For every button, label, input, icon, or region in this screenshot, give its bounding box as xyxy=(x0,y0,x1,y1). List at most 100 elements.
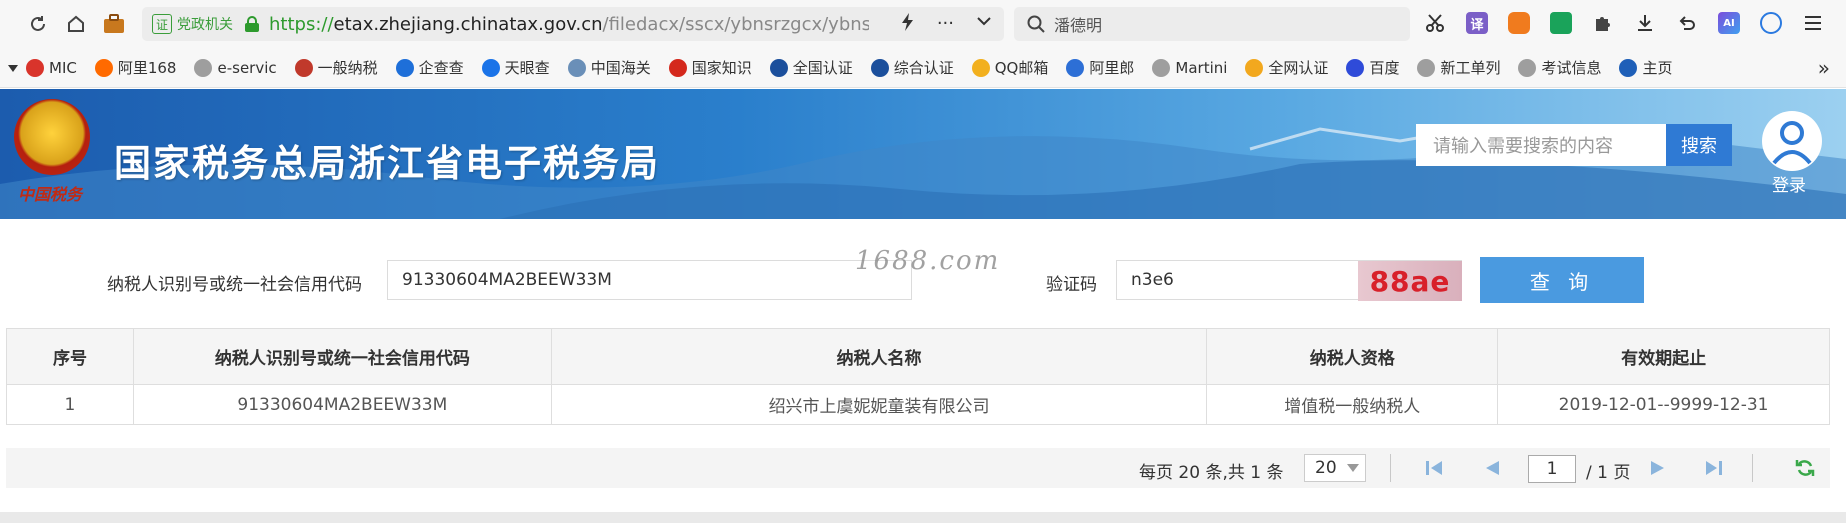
bookmark-item[interactable]: 综合认证 xyxy=(870,57,954,78)
chevron-down-icon[interactable] xyxy=(976,13,992,36)
certificate-icon[interactable]: 证 xyxy=(152,14,172,34)
results-table: 序号 纳税人识别号或统一社会信用代码 纳税人名称 纳税人资格 有效期起止 1 9… xyxy=(6,328,1830,425)
book-icon[interactable] xyxy=(1550,12,1572,34)
login-link[interactable]: 登录 xyxy=(1772,171,1806,196)
bookmark-favicon-icon xyxy=(668,58,687,77)
table-header-row: 序号 纳税人识别号或统一社会信用代码 纳税人名称 纳税人资格 有效期起止 xyxy=(6,328,1830,385)
cell-validity: 2019-12-01--9999-12-31 xyxy=(1497,384,1830,425)
bookmark-favicon-icon xyxy=(1245,58,1264,77)
undo-icon[interactable] xyxy=(1676,12,1698,34)
next-page-icon[interactable] xyxy=(1646,458,1668,478)
tax-emblem-logo xyxy=(14,99,90,175)
bookmark-item[interactable]: 主页 xyxy=(1619,57,1673,78)
extension-icons: 译 AI xyxy=(1424,12,1824,34)
sync-icon[interactable] xyxy=(1760,12,1782,34)
bookmark-label: 新工单列 xyxy=(1440,59,1501,77)
url-actions: ··· xyxy=(901,12,992,36)
bookmark-item[interactable]: 阿里郎 xyxy=(1066,57,1134,78)
bookmark-item[interactable]: 天眼查 xyxy=(481,57,550,78)
address-bar[interactable]: 证 党政机关 https://etax.zhejiang.chinatax.go… xyxy=(142,7,1004,41)
bookmark-favicon-icon xyxy=(1417,58,1436,77)
site-search-button[interactable]: 搜索 xyxy=(1666,124,1732,166)
bookmark-favicon-icon xyxy=(294,58,313,77)
lightning-icon[interactable] xyxy=(901,12,915,36)
lock-icon[interactable] xyxy=(245,16,259,32)
bookmark-label: Martini xyxy=(1175,58,1228,77)
bookmark-item[interactable]: 企查查 xyxy=(395,57,464,78)
page-size-value: 20 xyxy=(1315,458,1337,478)
bookmark-label: 主页 xyxy=(1642,59,1673,77)
bookmark-item[interactable]: 中国海关 xyxy=(567,57,651,78)
browser-toolbar: 证 党政机关 https://etax.zhejiang.chinatax.go… xyxy=(0,0,1846,48)
first-page-icon[interactable] xyxy=(1424,458,1446,478)
bookmark-item[interactable]: 新工单列 xyxy=(1417,57,1500,78)
current-page-input[interactable]: 1 xyxy=(1528,455,1576,483)
bookmark-item[interactable]: e-servic xyxy=(194,58,277,77)
scissors-icon[interactable] xyxy=(1424,12,1446,34)
gamepad-icon[interactable] xyxy=(1508,12,1530,34)
page-bottom-strip xyxy=(0,512,1846,523)
bookmark-item[interactable]: 阿里168 xyxy=(94,57,176,78)
refresh-icon[interactable] xyxy=(1794,458,1816,478)
query-button[interactable]: 查 询 xyxy=(1480,257,1644,303)
pagination-summary: 每页 20 条,共 1 条 xyxy=(1139,463,1284,483)
bookmarks-overflow-icon[interactable]: » xyxy=(1818,56,1830,80)
site-search-input[interactable]: 请输入需要搜索的内容 xyxy=(1416,124,1666,166)
cell-index: 1 xyxy=(6,384,134,425)
pagination-bar: 每页 20 条,共 1 条 20 1 / 1 页 xyxy=(6,448,1830,488)
captcha-image[interactable]: 88ae xyxy=(1358,261,1462,301)
bookmark-item[interactable]: 百度 xyxy=(1346,57,1399,78)
user-avatar-icon[interactable] xyxy=(1762,111,1822,171)
bookmark-item[interactable]: 全网认证 xyxy=(1245,57,1328,78)
bookmark-item[interactable]: MIC xyxy=(26,58,77,77)
bookmark-favicon-icon xyxy=(870,58,889,77)
bookmark-item[interactable]: 国家知识 xyxy=(668,57,752,78)
bookmark-item[interactable]: QQ邮箱 xyxy=(971,57,1048,78)
more-icon[interactable]: ··· xyxy=(937,13,954,36)
column-header-taxpayer-name: 纳税人名称 xyxy=(550,328,1208,385)
cell-taxpayer-name: 绍兴市上虞妮妮童装有限公司 xyxy=(550,384,1208,425)
column-header-index: 序号 xyxy=(6,328,134,385)
bookmarks-dropdown-icon[interactable] xyxy=(8,58,18,77)
previous-page-icon[interactable] xyxy=(1482,458,1504,478)
translate-icon[interactable]: 译 xyxy=(1466,12,1488,34)
bookmark-label: 企查查 xyxy=(418,59,464,77)
briefcase-icon[interactable] xyxy=(102,12,126,36)
site-title: 国家税务总局浙江省电子税务局 xyxy=(114,142,660,185)
browser-search-text: 潘德明 xyxy=(1054,16,1103,35)
bookmark-item[interactable]: 全国认证 xyxy=(769,57,853,78)
site-banner: 中国税务 国家税务总局浙江省电子税务局 请输入需要搜索的内容 搜索 登录 xyxy=(0,89,1846,219)
url-text[interactable]: https://etax.zhejiang.chinatax.gov.cn/fi… xyxy=(269,14,869,35)
bookmark-favicon-icon xyxy=(26,58,44,77)
bookmark-label: 百度 xyxy=(1369,59,1400,77)
last-page-icon[interactable] xyxy=(1702,458,1724,478)
bookmark-favicon-icon xyxy=(1152,58,1171,77)
download-icon[interactable] xyxy=(1634,12,1656,34)
bookmark-label: e-servic xyxy=(217,58,277,77)
bookmark-favicon-icon xyxy=(395,58,414,77)
bookmark-label: 考试信息 xyxy=(1541,59,1602,77)
nav-buttons xyxy=(26,12,126,36)
bookmark-favicon-icon xyxy=(194,58,213,77)
bookmark-favicon-icon xyxy=(567,58,586,77)
puzzle-icon[interactable] xyxy=(1592,12,1614,34)
bookmark-label: 综合认证 xyxy=(893,59,954,77)
ai-icon[interactable]: AI xyxy=(1718,12,1740,34)
reload-icon[interactable] xyxy=(26,12,50,36)
bookmark-item[interactable]: Martini xyxy=(1152,58,1228,77)
home-icon[interactable] xyxy=(64,12,88,36)
column-header-qualification: 纳税人资格 xyxy=(1206,328,1499,385)
bookmark-favicon-icon xyxy=(1518,58,1537,77)
page-size-caret-icon xyxy=(1347,464,1359,472)
menu-icon[interactable] xyxy=(1802,12,1824,34)
taxpayer-id-input[interactable]: 91330604MA2BEEW33M xyxy=(387,260,912,300)
page-size-select[interactable]: 20 xyxy=(1304,454,1366,482)
column-header-taxpayer-id: 纳税人识别号或统一社会信用代码 xyxy=(132,328,552,385)
bookmark-item[interactable]: 一般纳税 xyxy=(294,57,378,78)
bookmark-favicon-icon xyxy=(769,58,788,77)
bookmark-item[interactable]: 考试信息 xyxy=(1518,57,1601,78)
bookmark-favicon-icon xyxy=(1066,58,1085,77)
bookmark-favicon-icon xyxy=(1619,58,1638,77)
bookmark-favicon-icon xyxy=(1346,58,1365,77)
browser-search-box[interactable]: 潘德明 xyxy=(1014,7,1410,41)
